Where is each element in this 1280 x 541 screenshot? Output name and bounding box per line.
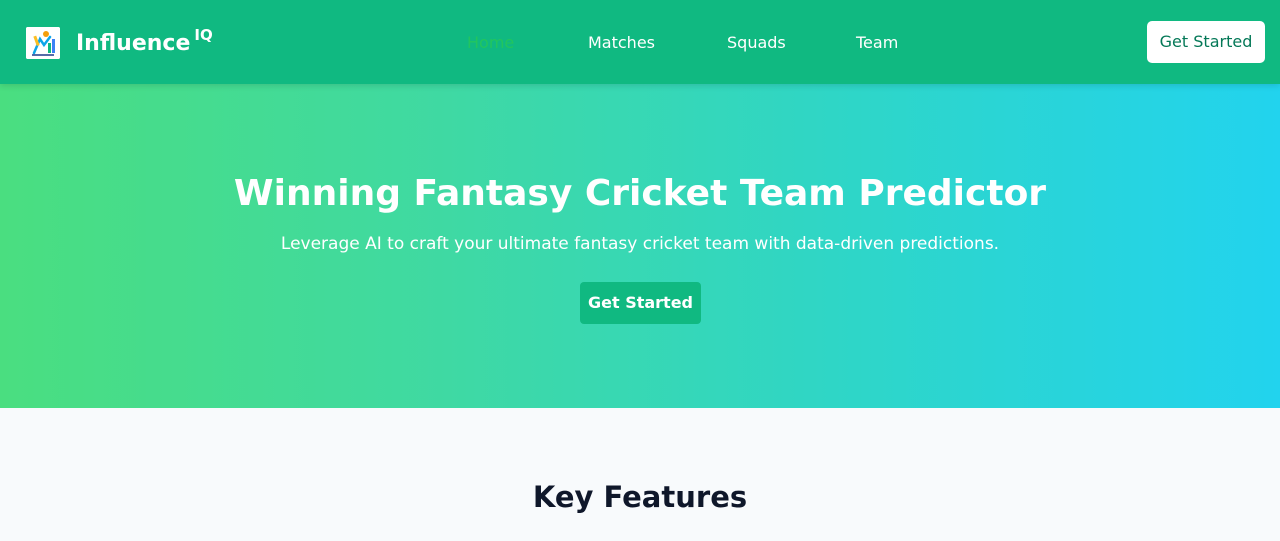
nav-get-started-button[interactable]: Get Started — [1147, 21, 1265, 63]
navbar: Influence IQ Home Matches Squads Team Get… — [0, 0, 1280, 84]
brand-text: Influence — [76, 31, 191, 56]
brand-name[interactable]: Influence IQ — [76, 26, 213, 59]
cricket-logo-icon[interactable] — [26, 27, 60, 59]
hero-get-started-button[interactable]: Get Started — [580, 282, 701, 324]
nav-link-squads[interactable]: Squads — [727, 33, 786, 53]
hero-subtitle: Leverage AI to craft your ultimate fanta… — [280, 234, 1000, 254]
hero-title: Winning Fantasy Cricket Team Predictor — [233, 173, 1047, 214]
nav-link-team[interactable]: Team — [856, 33, 898, 53]
brand-superscript: IQ — [194, 26, 213, 44]
hero-section: Winning Fantasy Cricket Team Predictor L… — [0, 84, 1280, 408]
nav-link-matches[interactable]: Matches — [588, 33, 655, 53]
nav-link-home[interactable]: Home — [467, 33, 514, 53]
features-title: Key Features — [532, 480, 748, 514]
